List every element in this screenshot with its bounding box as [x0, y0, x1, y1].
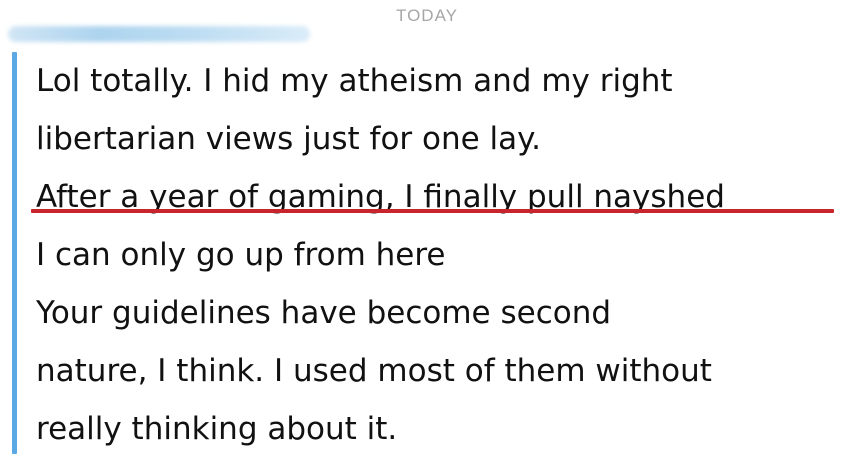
- message-line: I can only go up from here: [36, 237, 446, 273]
- message-line: libertarian views just for one lay.: [36, 121, 541, 157]
- message-sender-bar: [12, 52, 17, 454]
- redacted-sender-name: [8, 26, 310, 42]
- date-header: TODAY: [396, 6, 458, 25]
- message-line: Your guidelines have become second: [36, 295, 612, 331]
- red-underline-annotation: [31, 209, 834, 213]
- chat-screenshot: TODAY Lol totally. I hid my atheism and …: [0, 0, 854, 458]
- message-line: really thinking about it.: [36, 411, 398, 447]
- message-thread: Lol totally. I hid my atheism and my rig…: [36, 52, 846, 458]
- message-line: nature, I think. I used most of them wit…: [36, 353, 712, 389]
- message-line: Lol totally. I hid my atheism and my rig…: [36, 63, 673, 99]
- message-line-highlighted: After a year of gaming, I finally pull n…: [36, 179, 725, 215]
